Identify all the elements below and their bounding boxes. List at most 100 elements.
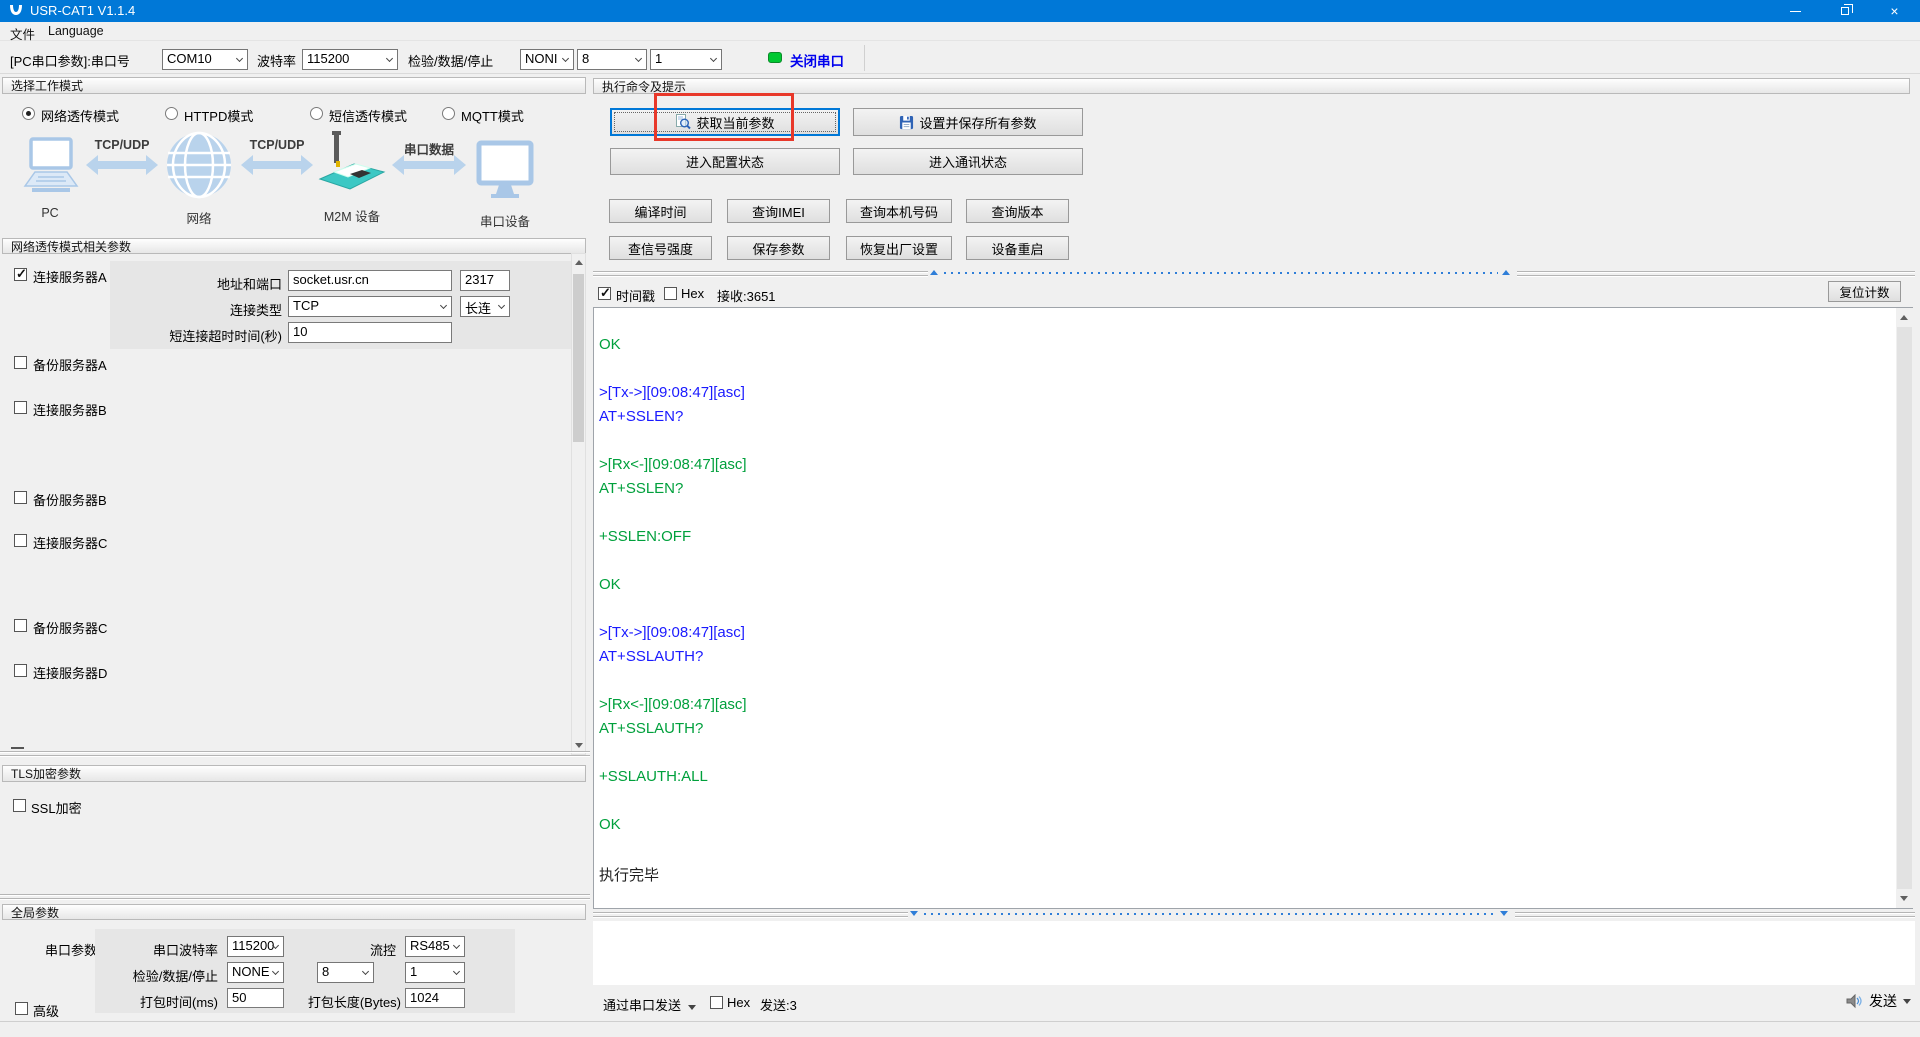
- send-input[interactable]: [593, 921, 1915, 985]
- server-a-checkbox[interactable]: [14, 268, 27, 281]
- log-line: OK: [599, 576, 1892, 600]
- timestamp-checkbox[interactable]: [598, 287, 611, 300]
- status-bar: [0, 1021, 1920, 1037]
- restore-button[interactable]: [1822, 0, 1868, 22]
- splitter-log-top[interactable]: [593, 271, 928, 277]
- timeout-input[interactable]: 10: [288, 322, 452, 343]
- enter-comm-button[interactable]: 进入通讯状态: [853, 148, 1083, 175]
- databits-select[interactable]: 8: [577, 49, 647, 70]
- flow-select[interactable]: RS485: [405, 936, 465, 957]
- query-version-button[interactable]: 查询版本: [966, 199, 1069, 223]
- radio-mqtt[interactable]: [442, 107, 455, 120]
- send-button[interactable]: 发送: [1795, 988, 1917, 1014]
- title-bar: USR-CAT1 V1.1.4 ×: [0, 0, 1920, 22]
- chevron-down-icon: [362, 968, 369, 975]
- com-port-select[interactable]: COM10: [162, 49, 248, 70]
- backup-server-a-checkbox[interactable]: [14, 356, 27, 369]
- network-globe-icon: [164, 130, 234, 200]
- splitter-collapse-icon[interactable]: [930, 270, 938, 275]
- arrow-pc-net-icon: [98, 161, 146, 169]
- close-port-button[interactable]: 关闭串口: [790, 50, 844, 70]
- conn-mode-select[interactable]: 长连: [460, 296, 510, 317]
- server-c-checkbox[interactable]: [14, 534, 27, 547]
- log-output[interactable]: OK >[Tx->][09:08:47][asc] AT+SSLEN? >[Rx…: [593, 307, 1913, 909]
- log-scrollbar[interactable]: [1896, 308, 1913, 908]
- splitter-collapse-icon[interactable]: [1500, 911, 1508, 916]
- g-databits-select[interactable]: 8: [317, 962, 374, 983]
- device-restart-button[interactable]: 设备重启: [966, 236, 1069, 260]
- log-line: [599, 744, 1892, 768]
- scrollbar-thumb[interactable]: [573, 274, 584, 442]
- packlen-input[interactable]: 1024: [405, 988, 465, 1008]
- connected-indicator-icon: [768, 52, 782, 63]
- packtime-input[interactable]: 50: [227, 988, 284, 1008]
- g-baud-select[interactable]: 115200: [227, 936, 284, 957]
- splitter-log-top-r[interactable]: [1517, 271, 1915, 277]
- menu-file[interactable]: 文件: [6, 24, 39, 43]
- backup-server-c-checkbox[interactable]: [14, 619, 27, 632]
- parity-select[interactable]: NONI: [520, 49, 574, 70]
- link-label: TCP/UDP: [241, 138, 313, 152]
- checkbox-label: 连接服务器B: [33, 400, 107, 419]
- ssl-checkbox[interactable]: [13, 799, 26, 812]
- splitter-dots[interactable]: [924, 913, 1496, 915]
- splitter-collapse-icon[interactable]: [910, 911, 918, 916]
- set-save-all-button[interactable]: 设置并保存所有参数: [853, 108, 1083, 136]
- close-button[interactable]: ×: [1870, 0, 1919, 22]
- splitter-left-1[interactable]: [0, 751, 590, 757]
- send-via-serial-dropdown[interactable]: 通过串口发送: [603, 995, 696, 1014]
- splitter-collapse-icon[interactable]: [1502, 270, 1510, 275]
- port-input[interactable]: 2317: [460, 270, 510, 291]
- menu-language[interactable]: Language: [44, 24, 108, 38]
- addr-input[interactable]: socket.usr.cn: [288, 270, 452, 291]
- scrollbar-thumb[interactable]: [1897, 327, 1912, 889]
- checkbox-label: 连接服务器D: [33, 663, 107, 682]
- splitter-dots[interactable]: [944, 272, 1498, 274]
- reset-count-button[interactable]: 复位计数: [1828, 281, 1901, 302]
- advanced-checkbox[interactable]: [15, 1002, 28, 1015]
- save-params-button[interactable]: 保存参数: [727, 236, 830, 260]
- toolbar-divider: [0, 73, 1920, 74]
- query-number-button[interactable]: 查询本机号码: [846, 199, 952, 223]
- g-baud-label: 串口波特率: [110, 940, 218, 959]
- factory-reset-button[interactable]: 恢复出厂设置: [846, 236, 952, 260]
- pc-icon: [22, 136, 80, 196]
- scroll-up-icon[interactable]: [1900, 315, 1908, 320]
- scroll-up-icon[interactable]: [575, 260, 583, 265]
- minimize-button[interactable]: [1772, 0, 1818, 22]
- query-signal-button[interactable]: 查信号强度: [609, 236, 712, 260]
- send-label: 发送: [1869, 991, 1897, 1011]
- stopbits-select[interactable]: 1: [650, 49, 722, 70]
- radio-sms-passthrough[interactable]: [310, 107, 323, 120]
- chevron-down-icon: [272, 968, 279, 975]
- enter-config-button[interactable]: 进入配置状态: [610, 148, 840, 175]
- g-parity-select[interactable]: NONE: [227, 962, 284, 983]
- conn-type-select[interactable]: TCP: [288, 296, 452, 317]
- server-d-checkbox[interactable]: [14, 664, 27, 677]
- radio-net-passthrough[interactable]: [22, 107, 35, 120]
- compile-time-button[interactable]: 编译时间: [609, 199, 712, 223]
- backup-server-b-checkbox[interactable]: [14, 491, 27, 504]
- scroll-down-icon[interactable]: [575, 743, 583, 748]
- g-stopbits-select[interactable]: 1: [405, 962, 465, 983]
- timestamp-label: 时间戳: [616, 286, 655, 305]
- query-imei-button[interactable]: 查询IMEI: [727, 199, 830, 223]
- scroll-down-icon[interactable]: [1900, 896, 1908, 901]
- splitter-log-bottom-r[interactable]: [1515, 912, 1915, 918]
- log-hex-checkbox[interactable]: [664, 287, 677, 300]
- splitter-left-2[interactable]: [0, 894, 590, 900]
- parity-label: 检验/数据/停止: [408, 51, 493, 70]
- link-label: 串口数据: [392, 139, 466, 158]
- sent-count: 发送:3: [760, 995, 797, 1014]
- splitter-log-bottom[interactable]: [593, 912, 908, 918]
- log-line: [599, 552, 1892, 576]
- net-params-scrollbar[interactable]: [571, 253, 586, 755]
- baud-select[interactable]: 115200: [302, 49, 398, 70]
- packtime-label: 打包时间(ms): [110, 992, 218, 1011]
- radio-httpd[interactable]: [165, 107, 178, 120]
- send-hex-checkbox[interactable]: [710, 996, 723, 1009]
- log-line: [599, 432, 1892, 456]
- log-line: >[Rx<-][09:08:47][asc]: [599, 696, 1892, 720]
- server-b-checkbox[interactable]: [14, 401, 27, 414]
- log-line: OK: [599, 336, 1892, 360]
